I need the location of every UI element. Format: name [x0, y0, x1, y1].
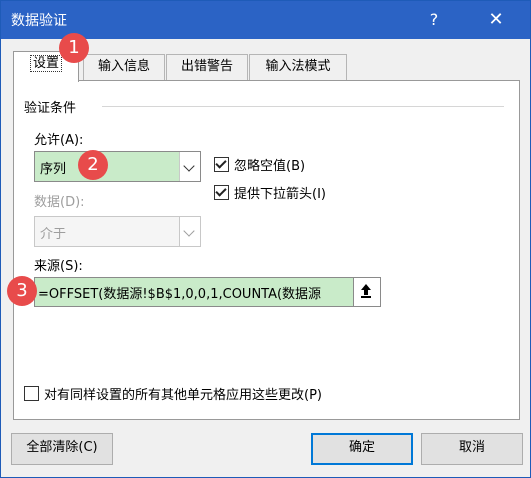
clear-all-button[interactable]: 全部清除(C): [11, 433, 113, 465]
tab-error-alert[interactable]: 出错警告: [166, 54, 248, 80]
dropdown-checkbox[interactable]: [214, 185, 229, 200]
allow-value: 序列: [40, 162, 67, 177]
data-label: 数据(D):: [34, 195, 85, 210]
tab-settings-label: 设置: [29, 55, 63, 72]
tab-ime-mode[interactable]: 输入法模式: [249, 54, 347, 80]
chevron-down-icon[interactable]: [179, 152, 200, 181]
badge-3: 3: [7, 276, 37, 306]
group-divider: [102, 106, 504, 107]
apply-all-label: 对有同样设置的所有其他单元格应用这些更改(P): [44, 388, 322, 403]
dialog-title: 数据验证: [11, 13, 67, 29]
tab-error-alert-label: 出错警告: [180, 59, 233, 74]
ignore-blank-checkbox[interactable]: [214, 157, 229, 172]
source-value: =OFFSET(数据源!$B$1,0,0,1,COUNTA(数据源: [38, 287, 322, 302]
badge-1: 1: [59, 33, 89, 63]
allow-label: 允许(A):: [34, 133, 84, 148]
dropdown-label: 提供下拉箭头(I): [234, 187, 326, 202]
help-button[interactable]: ?: [421, 7, 447, 33]
arrow-up-icon: [361, 284, 371, 298]
tab-input-message[interactable]: 输入信息: [83, 54, 165, 80]
data-select: 介于: [34, 216, 201, 247]
collapse-range-button[interactable]: [353, 277, 381, 307]
data-validation-dialog: 数据验证 ? ✕ 设置 输入信息 出错警告 输入法模式 1 验证条件 允许(A)…: [0, 0, 531, 478]
title-bar: 数据验证 ? ✕: [1, 1, 530, 39]
ignore-blank-label: 忽略空值(B): [234, 159, 306, 174]
chevron-down-icon: [179, 217, 200, 246]
settings-panel: 验证条件 允许(A): 序列 2 忽略空值(B) 提供下拉箭头(I) 数据(D)…: [13, 80, 520, 420]
tab-input-message-label: 输入信息: [97, 59, 150, 74]
tab-ime-mode-label: 输入法模式: [265, 59, 331, 74]
allow-select[interactable]: 序列: [34, 151, 201, 182]
apply-all-checkbox[interactable]: [24, 386, 39, 401]
cancel-button[interactable]: 取消: [421, 433, 523, 465]
source-label: 来源(S):: [34, 259, 83, 274]
badge-2: 2: [78, 150, 108, 180]
data-value: 介于: [40, 227, 67, 242]
ok-button[interactable]: 确定: [311, 433, 413, 465]
source-input[interactable]: =OFFSET(数据源!$B$1,0,0,1,COUNTA(数据源: [34, 277, 354, 307]
close-button[interactable]: ✕: [483, 7, 509, 33]
validation-criteria-label: 验证条件: [24, 101, 77, 116]
